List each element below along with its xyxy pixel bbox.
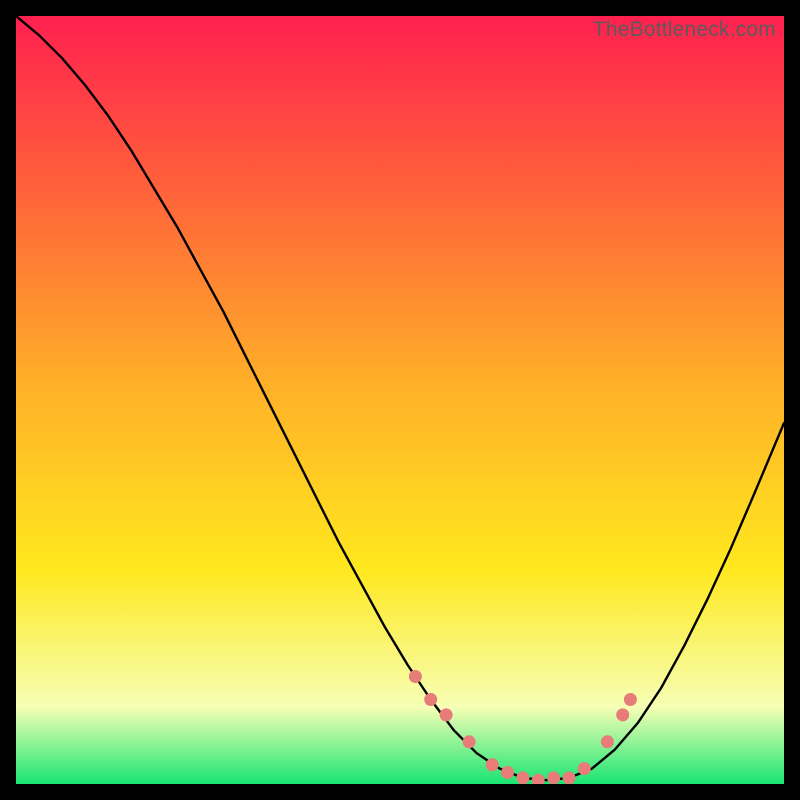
marker-point xyxy=(624,693,637,706)
marker-point xyxy=(616,708,629,721)
marker-point xyxy=(563,771,576,784)
marker-point xyxy=(424,693,437,706)
marker-point xyxy=(486,758,499,771)
marker-point xyxy=(440,708,453,721)
chart-frame: TheBottleneck.com xyxy=(16,16,784,784)
marker-point xyxy=(501,766,514,779)
marker-point xyxy=(409,670,422,683)
marker-point xyxy=(516,771,529,784)
gradient-background xyxy=(16,16,784,784)
marker-point xyxy=(578,762,591,775)
marker-point xyxy=(601,735,614,748)
marker-point xyxy=(463,735,476,748)
marker-point xyxy=(547,771,560,784)
bottleneck-chart xyxy=(16,16,784,784)
